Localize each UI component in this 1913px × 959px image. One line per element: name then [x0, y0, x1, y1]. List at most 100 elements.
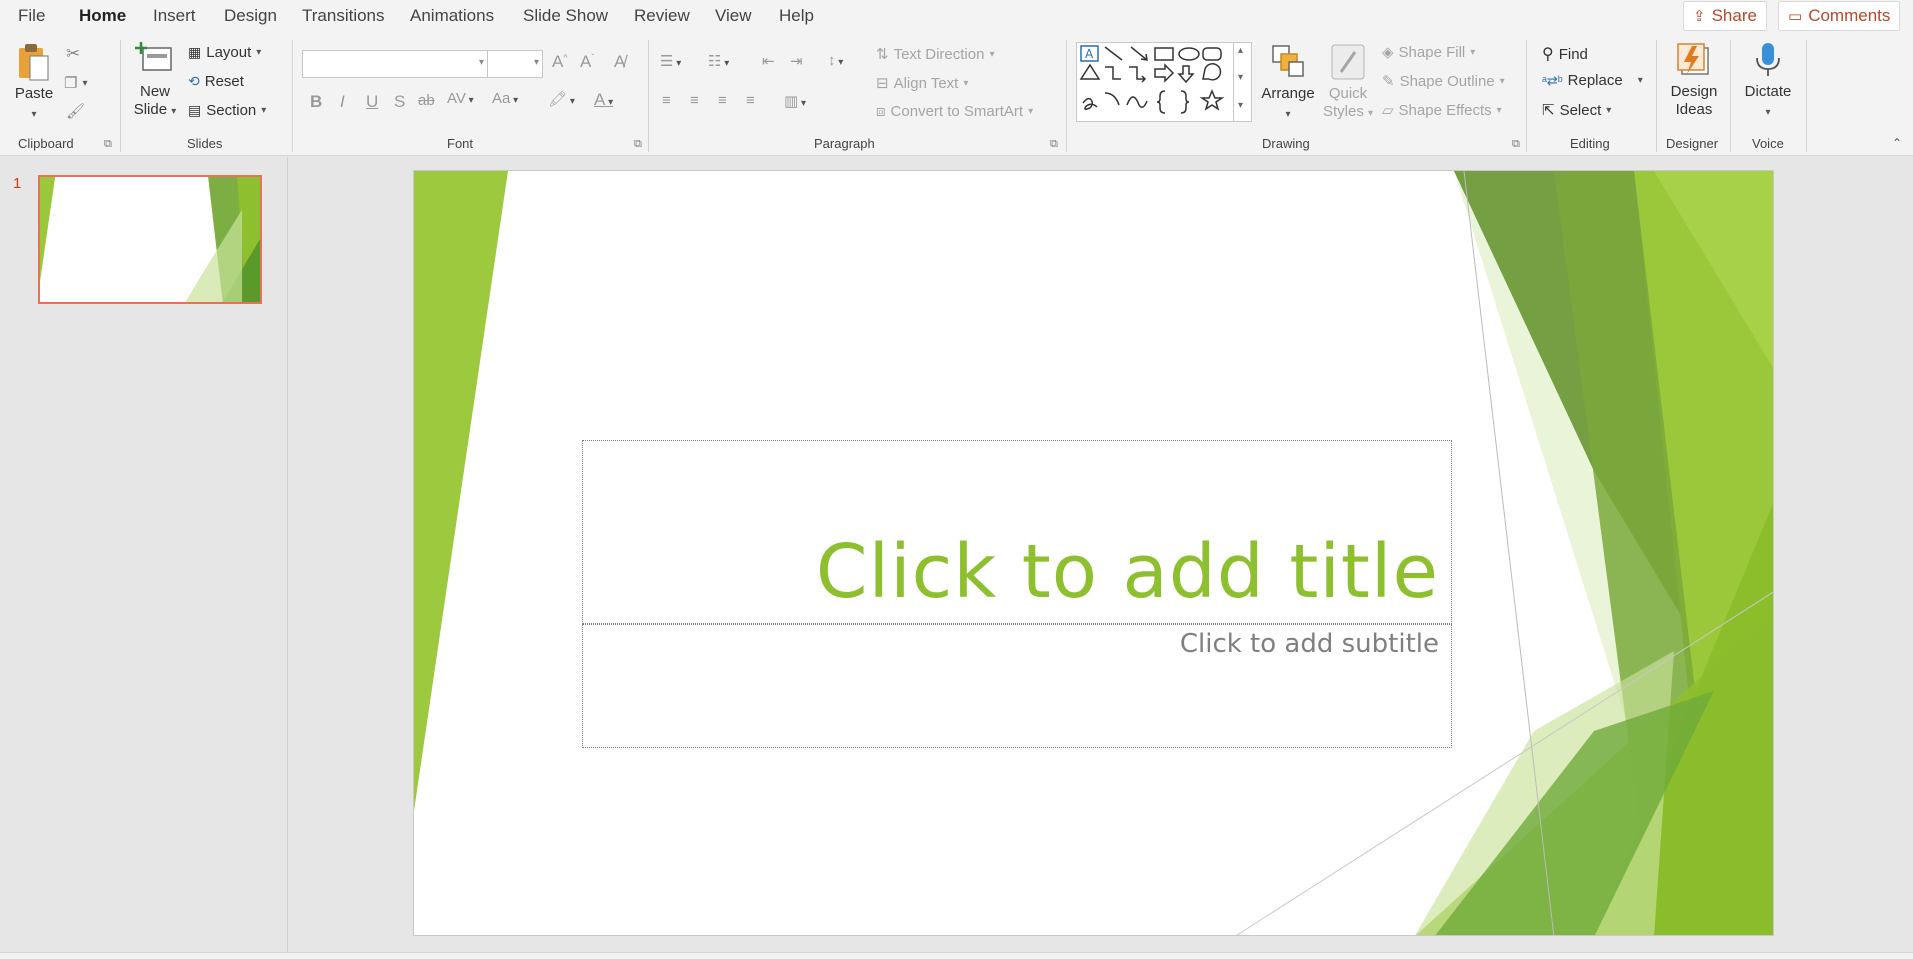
- shape-effects-button[interactable]: ▱ Shape Effects ▾: [1382, 101, 1502, 120]
- font-size-combo[interactable]: ▾: [487, 50, 543, 78]
- drawing-launcher-icon[interactable]: ⧉: [1512, 138, 1520, 151]
- align-left-icon[interactable]: ≡: [662, 92, 671, 109]
- paste-button[interactable]: Paste ▾: [14, 42, 54, 124]
- align-text-button[interactable]: ⊟ Align Text ▾: [876, 74, 968, 93]
- tab-file[interactable]: File: [16, 6, 47, 26]
- comments-button[interactable]: ▭ Comments: [1778, 1, 1901, 31]
- shapes-scrollbar[interactable]: ▴ ▾ ▾: [1233, 42, 1252, 122]
- chevron-down-icon: ▾: [1496, 104, 1502, 116]
- text-direction-button[interactable]: ⇅ Text Direction ▾: [876, 45, 994, 64]
- increase-indent-icon[interactable]: ⇥: [790, 52, 803, 70]
- shadow-button[interactable]: S: [394, 92, 405, 112]
- title-placeholder[interactable]: Click to add title: [582, 440, 1452, 624]
- divider: [292, 40, 293, 152]
- chevron-down-icon: ▾: [171, 106, 177, 117]
- chevron-down-icon: ▾: [31, 109, 37, 120]
- search-icon: ⚲: [1542, 46, 1554, 63]
- shape-fill-label: Shape Fill: [1398, 43, 1466, 61]
- line-spacing-icon[interactable]: ↕ ▾: [828, 52, 843, 69]
- clear-formatting-icon[interactable]: A̸: [614, 52, 625, 72]
- cut-button[interactable]: ✂: [66, 44, 80, 64]
- find-button[interactable]: ⚲ Find: [1542, 44, 1588, 64]
- font-color-icon[interactable]: A ▾: [594, 90, 613, 110]
- tab-animations[interactable]: Animations: [408, 6, 496, 26]
- copy-button[interactable]: ❐ ▾: [64, 74, 87, 92]
- tab-slide-show[interactable]: Slide Show: [521, 6, 610, 26]
- slide-canvas[interactable]: Click to add title Click to add subtitle: [413, 170, 1774, 936]
- shape-fill-button[interactable]: ◈ Shape Fill ▾: [1382, 43, 1475, 62]
- font-name-combo[interactable]: ▾: [302, 50, 488, 78]
- justify-icon[interactable]: ≡: [746, 92, 755, 109]
- increase-font-icon[interactable]: A^: [552, 52, 568, 72]
- paragraph-launcher-icon[interactable]: ⧉: [1050, 138, 1058, 151]
- chevron-down-icon: ▾: [1606, 104, 1612, 116]
- reset-button[interactable]: ⟲ Reset: [188, 73, 244, 90]
- comments-label: Comments: [1808, 6, 1891, 25]
- align-center-icon[interactable]: ≡: [690, 92, 699, 109]
- menu-bar: File Home Insert Design Transitions Anim…: [0, 0, 1913, 36]
- quick-styles-label-1: Quick: [1328, 85, 1368, 102]
- quick-styles-label-2: Styles ▾: [1322, 103, 1374, 120]
- tab-home[interactable]: Home: [77, 6, 129, 36]
- character-spacing-button[interactable]: AV ▾: [447, 90, 474, 107]
- collapse-ribbon-icon[interactable]: ⌃: [1892, 136, 1902, 150]
- bullets-icon[interactable]: ☰ ▾: [660, 52, 681, 70]
- tab-design[interactable]: Design: [222, 6, 279, 26]
- font-launcher-icon[interactable]: ⧉: [634, 138, 642, 151]
- quick-styles-button[interactable]: Quick Styles ▾: [1320, 42, 1376, 123]
- convert-smartart-button[interactable]: ⧈ Convert to SmartArt ▾: [876, 103, 1033, 120]
- arrange-button[interactable]: Arrange ▾: [1260, 42, 1316, 124]
- more-icon[interactable]: ▾: [1238, 100, 1243, 111]
- divider: [648, 40, 649, 152]
- quick-styles-icon: [1331, 44, 1365, 80]
- strikethrough-button[interactable]: ab: [418, 92, 435, 109]
- numbering-icon[interactable]: ☷ ▾: [708, 52, 729, 70]
- group-label-clipboard: Clipboard: [18, 136, 74, 151]
- tab-transitions[interactable]: Transitions: [300, 6, 387, 26]
- tab-help[interactable]: Help: [777, 6, 816, 26]
- design-ideas-label-1: Design: [1670, 83, 1718, 100]
- replace-button[interactable]: ᵃ⇄ᵇ Replace ▾: [1542, 72, 1643, 89]
- layout-button[interactable]: ▦ Layout ▾: [188, 44, 261, 61]
- chevron-down-icon: ▾: [1637, 75, 1643, 86]
- text-direction-label: Text Direction: [893, 45, 985, 63]
- text-direction-icon: ⇅: [876, 46, 889, 63]
- underline-button[interactable]: U: [366, 92, 378, 112]
- tab-insert[interactable]: Insert: [151, 6, 198, 26]
- shapes-gallery[interactable]: A: [1076, 42, 1252, 122]
- new-slide-button[interactable]: New Slide ▾: [130, 40, 180, 121]
- change-case-button[interactable]: Aa ▾: [492, 90, 518, 107]
- subtitle-placeholder[interactable]: Click to add subtitle: [582, 624, 1452, 748]
- shape-outline-label: Shape Outline: [1399, 72, 1495, 90]
- format-painter-button[interactable]: 🖌: [66, 102, 85, 120]
- highlight-icon[interactable]: 🖍 ▾: [548, 90, 575, 108]
- align-text-icon: ⊟: [876, 75, 889, 92]
- columns-icon[interactable]: ▥ ▾: [784, 92, 806, 110]
- shape-outline-button[interactable]: ✎ Shape Outline ▾: [1382, 72, 1505, 91]
- slide-thumbnail-1[interactable]: [38, 175, 262, 304]
- section-button[interactable]: ▤ Section ▾: [188, 102, 266, 119]
- new-slide-label-line2: Slide ▾: [133, 101, 177, 118]
- share-button[interactable]: ⇪ Share: [1683, 1, 1767, 31]
- select-button[interactable]: ⇱ Select ▾: [1542, 101, 1612, 120]
- chevron-down-icon[interactable]: ▾: [1238, 72, 1243, 83]
- align-right-icon[interactable]: ≡: [718, 92, 727, 109]
- thumbnail-art: [40, 177, 260, 302]
- paste-icon: [19, 44, 49, 81]
- align-text-label: Align Text: [893, 74, 959, 92]
- clipboard-launcher-icon[interactable]: ⧉: [104, 138, 112, 151]
- slide-thumbnail-pane: 1: [0, 157, 288, 952]
- tab-review[interactable]: Review: [632, 6, 692, 26]
- italic-button[interactable]: I: [340, 92, 345, 112]
- bold-button[interactable]: B: [310, 92, 322, 112]
- chevron-down-icon: ▾: [1285, 109, 1291, 120]
- tab-view[interactable]: View: [713, 6, 754, 26]
- design-ideas-button[interactable]: Design Ideas: [1666, 40, 1722, 119]
- paste-label: Paste: [14, 85, 54, 102]
- dictate-button[interactable]: Dictate ▾: [1738, 40, 1798, 122]
- decrease-indent-icon[interactable]: ⇤: [762, 52, 775, 70]
- decrease-font-icon[interactable]: Aˇ: [580, 52, 594, 72]
- group-label-font: Font: [447, 136, 474, 151]
- chevron-up-icon[interactable]: ▴: [1238, 45, 1243, 56]
- divider: [120, 40, 121, 152]
